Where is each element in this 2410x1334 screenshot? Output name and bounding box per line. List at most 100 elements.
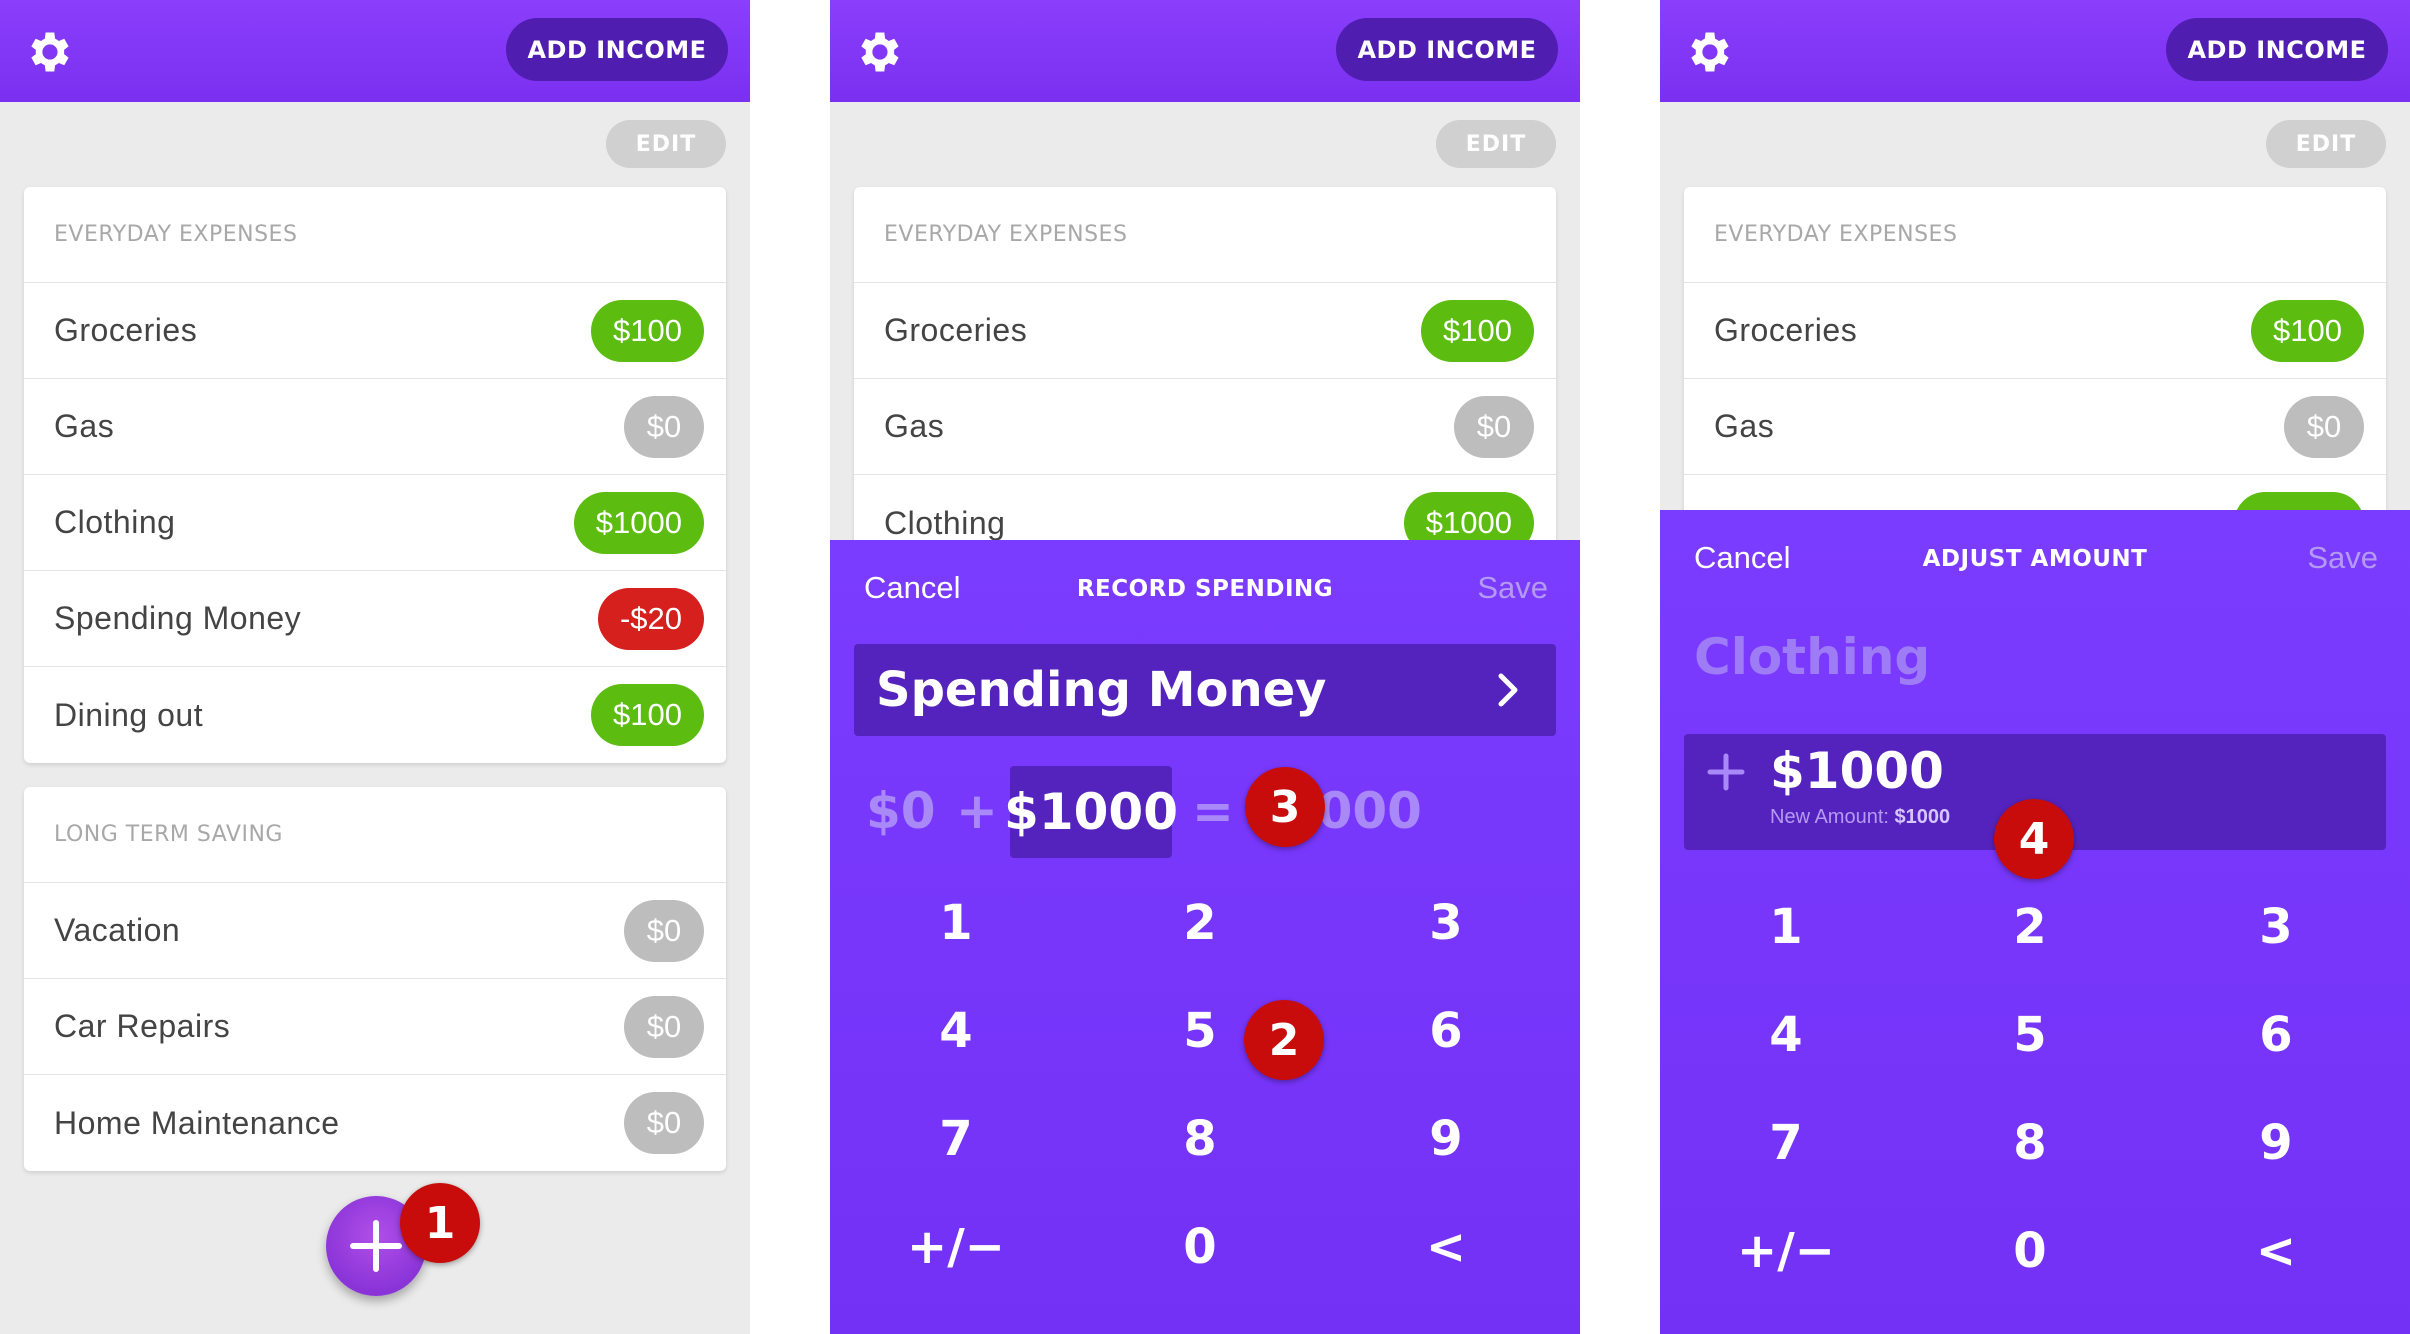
key-2[interactable]: 2 — [1930, 882, 2130, 972]
key-0[interactable]: 0 — [1100, 1202, 1300, 1292]
list-item[interactable]: Groceries $100 — [24, 283, 726, 379]
everyday-expenses-card: EVERYDAY EXPENSES Groceries $100 Gas $0 … — [24, 187, 726, 763]
chevron-right-icon — [1498, 673, 1518, 707]
amount-pill: $100 — [591, 299, 704, 362]
key-4[interactable]: 4 — [1686, 990, 1886, 1080]
key-9[interactable]: 9 — [1346, 1094, 1546, 1184]
step-badge-4: 4 — [1994, 799, 2074, 879]
budget-list-screen: ADD INCOME EDIT EVERYDAY EXPENSES Grocer… — [0, 0, 750, 1334]
key-5[interactable]: 5 — [1930, 990, 2130, 1080]
key-1[interactable]: 1 — [856, 878, 1056, 968]
sheet-title: RECORD SPENDING — [1076, 576, 1334, 602]
list-item[interactable]: Dining out $100 — [24, 667, 726, 763]
category-label: Car Repairs — [54, 1008, 231, 1044]
entered-amount: $1000 — [1770, 742, 1944, 800]
edit-button[interactable]: EDIT — [606, 120, 726, 168]
key-backspace[interactable]: < — [2176, 1206, 2376, 1296]
save-button[interactable]: Save — [2307, 540, 2378, 576]
category-label: Gas — [54, 408, 115, 444]
category-label: Spending Money — [54, 600, 302, 636]
key-2[interactable]: 2 — [1100, 878, 1300, 968]
list-item[interactable]: Spending Money -$20 — [24, 571, 726, 667]
top-bar: ADD INCOME — [830, 0, 1580, 102]
edit-button[interactable]: EDIT — [1436, 120, 1556, 168]
key-9[interactable]: 9 — [2176, 1098, 2376, 1188]
list-item[interactable]: Vacation $0 — [24, 883, 726, 979]
section-title: EVERYDAY EXPENSES — [24, 187, 726, 283]
category-label: Vacation — [54, 912, 181, 948]
step-badge-1: 1 — [400, 1183, 480, 1263]
amount-pill: $0 — [2284, 395, 2364, 458]
plus-icon — [1707, 753, 1745, 791]
amount-pill: $1000 — [573, 491, 704, 554]
add-income-button[interactable]: ADD INCOME — [1336, 18, 1558, 81]
record-spending-sheet: Cancel RECORD SPENDING Save Spending Mon… — [830, 540, 1580, 1334]
key-3[interactable]: 3 — [1346, 878, 1546, 968]
record-spending-screen: ADD INCOME EDIT EVERYDAY EXPENSES Grocer… — [830, 0, 1580, 1334]
sheet-header: Cancel ADJUST AMOUNT Save — [1660, 540, 2410, 600]
category-label: Groceries — [884, 312, 1028, 348]
save-button[interactable]: Save — [1477, 570, 1548, 606]
category-label: Gas — [1714, 408, 1775, 444]
list-item[interactable]: Gas $0 — [1684, 379, 2386, 475]
top-bar: ADD INCOME — [0, 0, 750, 102]
add-income-button[interactable]: ADD INCOME — [506, 18, 728, 81]
gear-icon[interactable] — [852, 26, 904, 78]
amount-pill: $0 — [1454, 395, 1534, 458]
entered-amount: $1000 — [1004, 783, 1178, 841]
category-name: Clothing — [1694, 628, 1931, 686]
current-amount: $0 — [866, 782, 936, 840]
key-0[interactable]: 0 — [1930, 1206, 2130, 1296]
key-7[interactable]: 7 — [856, 1094, 1056, 1184]
list-item[interactable]: Gas $0 — [854, 379, 1556, 475]
amount-pill: $0 — [624, 995, 704, 1058]
amount-pill: $0 — [624, 899, 704, 962]
plus-sign: + — [956, 782, 998, 840]
amount-pill: -$20 — [597, 587, 704, 650]
amount-pill: $100 — [591, 684, 704, 746]
list-item[interactable]: Groceries $100 — [854, 283, 1556, 379]
amount-pill: $0 — [624, 395, 704, 458]
key-4[interactable]: 4 — [856, 986, 1056, 1076]
category-label: Clothing — [54, 504, 176, 540]
key-1[interactable]: 1 — [1686, 882, 1886, 972]
category-label: Gas — [884, 408, 945, 444]
key-8[interactable]: 8 — [1100, 1094, 1300, 1184]
key-plus-minus[interactable]: +/− — [1686, 1206, 1886, 1296]
section-title: LONG TERM SAVING — [24, 787, 726, 883]
gear-icon[interactable] — [22, 26, 74, 78]
category-label: Groceries — [54, 312, 198, 348]
sheet-header: Cancel RECORD SPENDING Save — [830, 570, 1580, 630]
category-label: Home Maintenance — [54, 1104, 340, 1141]
key-6[interactable]: 6 — [2176, 990, 2376, 1080]
key-backspace[interactable]: < — [1346, 1202, 1546, 1292]
amount-pill: $0 — [624, 1092, 704, 1154]
section-title: EVERYDAY EXPENSES — [854, 187, 1556, 283]
category-name: Spending Money — [876, 662, 1327, 718]
category-label: Clothing — [884, 504, 1006, 541]
gear-icon[interactable] — [1682, 26, 1734, 78]
list-item[interactable]: Clothing $1000 — [24, 475, 726, 571]
list-item[interactable]: Groceries $100 — [1684, 283, 2386, 379]
key-7[interactable]: 7 — [1686, 1098, 1886, 1188]
key-plus-minus[interactable]: +/− — [856, 1202, 1056, 1292]
category-label: Dining out — [54, 696, 204, 733]
amount-pill: $100 — [2251, 299, 2364, 362]
key-6[interactable]: 6 — [1346, 986, 1546, 1076]
amount-equation: $0 + $1000 = $1000 — [830, 766, 1580, 858]
add-income-button[interactable]: ADD INCOME — [2166, 18, 2388, 81]
adjust-amount-screen: ADD INCOME EDIT EVERYDAY EXPENSES Grocer… — [1660, 0, 2410, 1334]
top-bar: ADD INCOME — [1660, 0, 2410, 102]
key-8[interactable]: 8 — [1930, 1098, 2130, 1188]
category-selector[interactable]: Spending Money — [854, 644, 1556, 736]
entered-amount-field[interactable]: $1000 — [1004, 766, 1178, 858]
list-item[interactable]: Gas $0 — [24, 379, 726, 475]
category-label: Groceries — [1714, 312, 1858, 348]
new-amount-label: New Amount: — [1770, 806, 1889, 828]
list-item[interactable]: Home Maintenance $0 — [24, 1075, 726, 1171]
key-3[interactable]: 3 — [2176, 882, 2376, 972]
list-item[interactable]: Car Repairs $0 — [24, 979, 726, 1075]
step-badge-3: 3 — [1245, 767, 1325, 847]
new-amount-value: $1000 — [1894, 806, 1951, 828]
edit-button[interactable]: EDIT — [2266, 120, 2386, 168]
